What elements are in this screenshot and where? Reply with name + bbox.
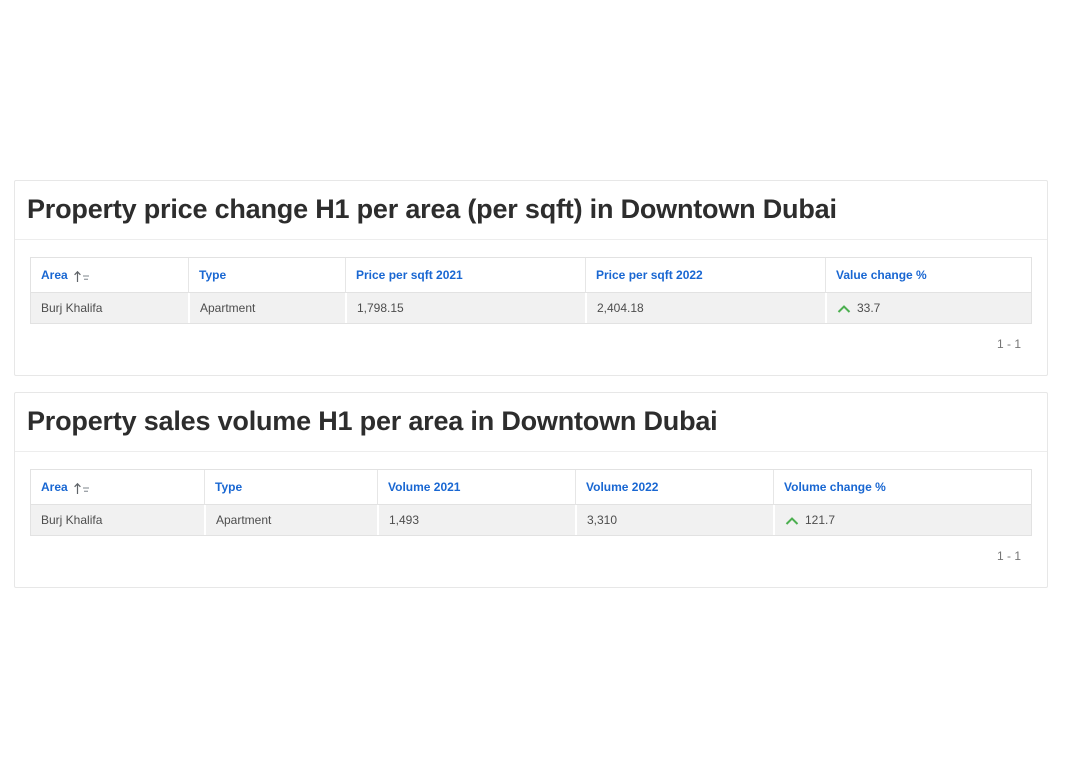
column-header-price-2021-label: Price per sqft 2021 bbox=[356, 268, 463, 282]
column-header-volume-2022-label: Volume 2022 bbox=[586, 480, 658, 494]
column-header-volume-2022[interactable]: Volume 2022 bbox=[575, 470, 773, 505]
cell-value-change: 33.7 bbox=[825, 293, 1031, 323]
column-header-price-2022[interactable]: Price per sqft 2022 bbox=[585, 258, 825, 293]
cell-area: Burj Khalifa bbox=[31, 505, 204, 535]
column-header-area-label: Area bbox=[41, 480, 68, 494]
column-header-volume-2021[interactable]: Volume 2021 bbox=[377, 470, 575, 505]
column-header-type-label: Type bbox=[199, 268, 226, 282]
price-change-card-title: Property price change H1 per area (per s… bbox=[15, 181, 1047, 240]
column-header-value-change[interactable]: Value change % bbox=[825, 258, 1031, 293]
cell-volume-2022: 3,310 bbox=[575, 505, 773, 535]
column-header-volume-change-label: Volume change % bbox=[784, 480, 886, 494]
cell-type: Apartment bbox=[188, 293, 345, 323]
sales-volume-card-title: Property sales volume H1 per area in Dow… bbox=[15, 393, 1047, 452]
column-header-volume-2021-label: Volume 2021 bbox=[388, 480, 460, 494]
column-header-area[interactable]: Area bbox=[31, 258, 188, 293]
price-change-card-body: Area Type bbox=[15, 240, 1047, 375]
pagination-range: 1 - 1 bbox=[30, 337, 1032, 351]
table-row: Burj Khalifa Apartment 1,798.15 2,404.18… bbox=[31, 293, 1031, 323]
price-change-card: Property price change H1 per area (per s… bbox=[14, 180, 1048, 376]
column-header-type-label: Type bbox=[215, 480, 242, 494]
chevron-up-icon bbox=[785, 517, 799, 525]
cell-price-2022: 2,404.18 bbox=[585, 293, 825, 323]
column-header-price-2022-label: Price per sqft 2022 bbox=[596, 268, 703, 282]
column-header-area-label: Area bbox=[41, 268, 68, 282]
table-row: Burj Khalifa Apartment 1,493 3,310 121.7 bbox=[31, 505, 1031, 535]
pagination-range: 1 - 1 bbox=[30, 549, 1032, 563]
column-header-price-2021[interactable]: Price per sqft 2021 bbox=[345, 258, 585, 293]
sort-ascending-with-bars-icon[interactable] bbox=[73, 270, 90, 283]
header-row: Area Type bbox=[31, 470, 1031, 505]
cell-volume-2021: 1,493 bbox=[377, 505, 575, 535]
column-header-area[interactable]: Area bbox=[31, 470, 204, 505]
cell-volume-change: 121.7 bbox=[773, 505, 1031, 535]
sort-ascending-with-bars-icon[interactable] bbox=[73, 482, 90, 495]
report-canvas: Property price change H1 per area (per s… bbox=[14, 180, 1048, 604]
sales-volume-card-body: Area Type bbox=[15, 452, 1047, 587]
column-header-value-change-label: Value change % bbox=[836, 268, 927, 282]
chevron-up-icon bbox=[837, 305, 851, 313]
cell-value-change-number: 33.7 bbox=[857, 301, 880, 315]
sales-volume-card: Property sales volume H1 per area in Dow… bbox=[14, 392, 1048, 588]
cell-price-2021: 1,798.15 bbox=[345, 293, 585, 323]
cell-type: Apartment bbox=[204, 505, 377, 535]
cell-volume-change-number: 121.7 bbox=[805, 513, 835, 527]
column-header-volume-change[interactable]: Volume change % bbox=[773, 470, 1031, 505]
price-change-table: Area Type bbox=[30, 257, 1032, 324]
sales-volume-table: Area Type bbox=[30, 469, 1032, 536]
column-header-type[interactable]: Type bbox=[188, 258, 345, 293]
header-row: Area Type bbox=[31, 258, 1031, 293]
cell-area: Burj Khalifa bbox=[31, 293, 188, 323]
column-header-type[interactable]: Type bbox=[204, 470, 377, 505]
